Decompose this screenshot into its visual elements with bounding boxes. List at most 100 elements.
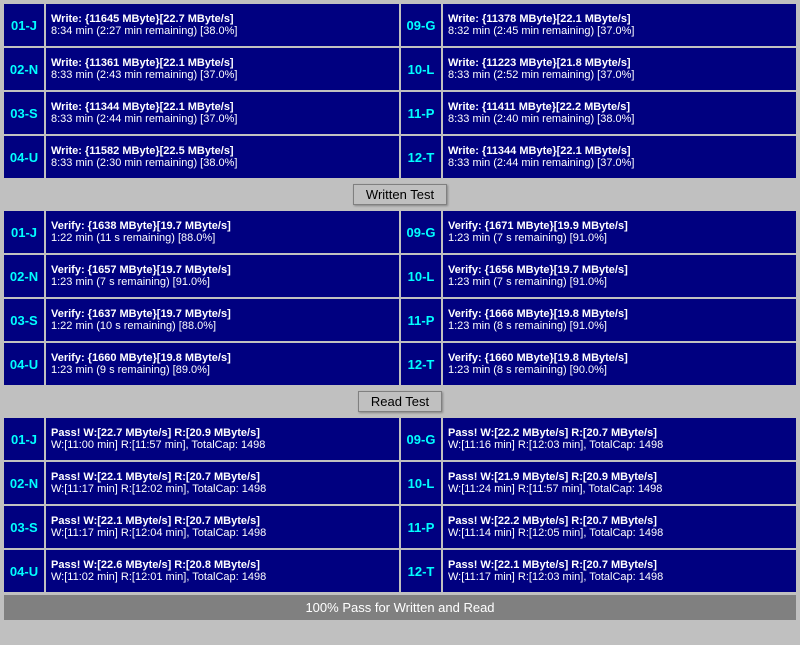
cell-left: Write: {11582 MByte}[22.5 MByte/s]8:33 m… [46, 136, 399, 178]
cell-line2-right: 8:33 min (2:52 min remaining) [37.0%] [448, 69, 791, 81]
cell-right: Write: {11223 MByte}[21.8 MByte/s]8:33 m… [443, 48, 796, 90]
cell-line2-left: 1:23 min (9 s remaining) [89.0%] [51, 364, 394, 376]
table-row: 04-UWrite: {11582 MByte}[22.5 MByte/s]8:… [4, 136, 796, 178]
cell-right: Pass! W:[22.1 MByte/s] R:[20.7 MByte/s]W… [443, 550, 796, 592]
cell-right: Verify: {1666 MByte}[19.8 MByte/s]1:23 m… [443, 299, 796, 341]
cell-line2-right: W:[11:16 min] R:[12:03 min], TotalCap: 1… [448, 439, 791, 451]
cell-right: Pass! W:[22.2 MByte/s] R:[20.7 MByte/s]W… [443, 506, 796, 548]
table-row: 04-UVerify: {1660 MByte}[19.8 MByte/s]1:… [4, 343, 796, 385]
table-row: 01-JWrite: {11645 MByte}[22.7 MByte/s]8:… [4, 4, 796, 46]
cell-right: Write: {11378 MByte}[22.1 MByte/s]8:32 m… [443, 4, 796, 46]
table-row: 02-NVerify: {1657 MByte}[19.7 MByte/s]1:… [4, 255, 796, 297]
row-id-right: 12-T [401, 136, 441, 178]
cell-left: Write: {11645 MByte}[22.7 MByte/s]8:34 m… [46, 4, 399, 46]
row-id-left: 01-J [4, 4, 44, 46]
cell-line1-left: Pass! W:[22.1 MByte/s] R:[20.7 MByte/s] [51, 515, 394, 527]
cell-line1-right: Pass! W:[22.2 MByte/s] R:[20.7 MByte/s] [448, 427, 791, 439]
cell-left: Verify: {1657 MByte}[19.7 MByte/s]1:23 m… [46, 255, 399, 297]
cell-line2-left: 1:23 min (7 s remaining) [91.0%] [51, 276, 394, 288]
cell-line1-left: Pass! W:[22.1 MByte/s] R:[20.7 MByte/s] [51, 471, 394, 483]
row-id-left: 04-U [4, 550, 44, 592]
cell-line2-left: W:[11:00 min] R:[11:57 min], TotalCap: 1… [51, 439, 394, 451]
cell-line2-left: 8:33 min (2:44 min remaining) [37.0%] [51, 113, 394, 125]
cell-left: Write: {11344 MByte}[22.1 MByte/s]8:33 m… [46, 92, 399, 134]
cell-line1-left: Write: {11344 MByte}[22.1 MByte/s] [51, 101, 394, 113]
bottom-status-bar: 100% Pass for Written and Read [4, 595, 796, 620]
cell-line2-left: 8:33 min (2:43 min remaining) [37.0%] [51, 69, 394, 81]
cell-line2-left: 1:22 min (10 s remaining) [88.0%] [51, 320, 394, 332]
read-section: 01-JPass! W:[22.7 MByte/s] R:[20.9 MByte… [4, 418, 796, 592]
table-row: 01-JPass! W:[22.7 MByte/s] R:[20.9 MByte… [4, 418, 796, 460]
cell-line2-right: W:[11:24 min] R:[11:57 min], TotalCap: 1… [448, 483, 791, 495]
row-id-right: 12-T [401, 550, 441, 592]
cell-line2-left: 1:22 min (11 s remaining) [88.0%] [51, 232, 394, 244]
read-test-divider: Read Test [4, 388, 796, 415]
cell-right: Verify: {1660 MByte}[19.8 MByte/s]1:23 m… [443, 343, 796, 385]
row-id-left: 04-U [4, 136, 44, 178]
table-row: 03-SPass! W:[22.1 MByte/s] R:[20.7 MByte… [4, 506, 796, 548]
cell-line1-left: Pass! W:[22.6 MByte/s] R:[20.8 MByte/s] [51, 559, 394, 571]
row-id-right: 11-P [401, 506, 441, 548]
table-row: 04-U Pass! W:[22.6 MByte/s] R:[20.8 MByte… [4, 550, 796, 592]
row-id-right: 09-G [401, 418, 441, 460]
cell-line2-left: W:[11:02 min] R:[12:01 min], TotalCap: 1… [51, 571, 394, 583]
cell-line2-right: 1:23 min (7 s remaining) [91.0%] [448, 276, 791, 288]
cell-line2-left: 8:33 min (2:30 min remaining) [38.0%] [51, 157, 394, 169]
row-id-left: 03-S [4, 92, 44, 134]
row-id-right: 11-P [401, 299, 441, 341]
row-id-left: 03-S [4, 299, 44, 341]
cell-line1-right: Verify: {1671 MByte}[19.9 MByte/s] [448, 220, 791, 232]
row-id-right: 09-G [401, 4, 441, 46]
cell-line2-right: 1:23 min (8 s remaining) [90.0%] [448, 364, 791, 376]
cell-line1-left: Write: {11645 MByte}[22.7 MByte/s] [51, 13, 394, 25]
row-id-left: 03-S [4, 506, 44, 548]
cell-right: Verify: {1656 MByte}[19.7 MByte/s]1:23 m… [443, 255, 796, 297]
cell-line1-right: Pass! W:[21.9 MByte/s] R:[20.9 MByte/s] [448, 471, 791, 483]
cell-right: Write: {11344 MByte}[22.1 MByte/s]8:33 m… [443, 136, 796, 178]
cell-line2-left: 8:34 min (2:27 min remaining) [38.0%] [51, 25, 394, 37]
cell-right: Verify: {1671 MByte}[19.9 MByte/s]1:23 m… [443, 211, 796, 253]
cell-line2-right: W:[11:14 min] R:[12:05 min], TotalCap: 1… [448, 527, 791, 539]
row-id-right: 12-T [401, 343, 441, 385]
written-test-label: Written Test [353, 184, 447, 205]
cell-line2-right: 1:23 min (7 s remaining) [91.0%] [448, 232, 791, 244]
cell-line2-right: 1:23 min (8 s remaining) [91.0%] [448, 320, 791, 332]
cell-line1-left: Verify: {1637 MByte}[19.7 MByte/s] [51, 308, 394, 320]
cell-line1-left: Verify: {1657 MByte}[19.7 MByte/s] [51, 264, 394, 276]
cell-line1-right: Pass! W:[22.1 MByte/s] R:[20.7 MByte/s] [448, 559, 791, 571]
table-row: 03-SVerify: {1637 MByte}[19.7 MByte/s]1:… [4, 299, 796, 341]
cell-line1-left: Write: {11361 MByte}[22.1 MByte/s] [51, 57, 394, 69]
table-row: 03-SWrite: {11344 MByte}[22.1 MByte/s]8:… [4, 92, 796, 134]
cell-line2-left: W:[11:17 min] R:[12:04 min], TotalCap: 1… [51, 527, 394, 539]
cell-line1-right: Pass! W:[22.2 MByte/s] R:[20.7 MByte/s] [448, 515, 791, 527]
cell-left: Pass! W:[22.7 MByte/s] R:[20.9 MByte/s]W… [46, 418, 399, 460]
cell-right: Pass! W:[22.2 MByte/s] R:[20.7 MByte/s]W… [443, 418, 796, 460]
cell-line2-right: 8:33 min (2:44 min remaining) [37.0%] [448, 157, 791, 169]
cell-line1-left: Write: {11582 MByte}[22.5 MByte/s] [51, 145, 394, 157]
row-id-left: 01-J [4, 211, 44, 253]
cell-left: Verify: {1637 MByte}[19.7 MByte/s]1:22 m… [46, 299, 399, 341]
cell-line1-right: Write: {11344 MByte}[22.1 MByte/s] [448, 145, 791, 157]
cell-left: Pass! W:[22.1 MByte/s] R:[20.7 MByte/s]W… [46, 462, 399, 504]
cell-line1-right: Write: {11411 MByte}[22.2 MByte/s] [448, 101, 791, 113]
cell-left: Verify: {1660 MByte}[19.8 MByte/s]1:23 m… [46, 343, 399, 385]
written-test-divider: Written Test [4, 181, 796, 208]
cell-line1-left: Verify: {1660 MByte}[19.8 MByte/s] [51, 352, 394, 364]
cell-left: Pass! W:[22.1 MByte/s] R:[20.7 MByte/s]W… [46, 506, 399, 548]
row-id-right: 11-P [401, 92, 441, 134]
status-text: 100% Pass for Written and Read [305, 600, 494, 615]
row-id-right: 10-L [401, 48, 441, 90]
table-row: 02-NWrite: {11361 MByte}[22.1 MByte/s]8:… [4, 48, 796, 90]
row-id-right: 10-L [401, 255, 441, 297]
cell-right: Write: {11411 MByte}[22.2 MByte/s]8:33 m… [443, 92, 796, 134]
row-id-right: 09-G [401, 211, 441, 253]
cell-line1-right: Verify: {1666 MByte}[19.8 MByte/s] [448, 308, 791, 320]
write-section: 01-JWrite: {11645 MByte}[22.7 MByte/s]8:… [4, 4, 796, 178]
row-id-left: 02-N [4, 48, 44, 90]
row-id-left: 04-U [4, 343, 44, 385]
cell-line2-left: W:[11:17 min] R:[12:02 min], TotalCap: 1… [51, 483, 394, 495]
table-row: 02-NPass! W:[22.1 MByte/s] R:[20.7 MByte… [4, 462, 796, 504]
cell-line2-right: 8:32 min (2:45 min remaining) [37.0%] [448, 25, 791, 37]
verify-section: 01-JVerify: {1638 MByte}[19.7 MByte/s]1:… [4, 211, 796, 385]
row-id-left: 02-N [4, 462, 44, 504]
